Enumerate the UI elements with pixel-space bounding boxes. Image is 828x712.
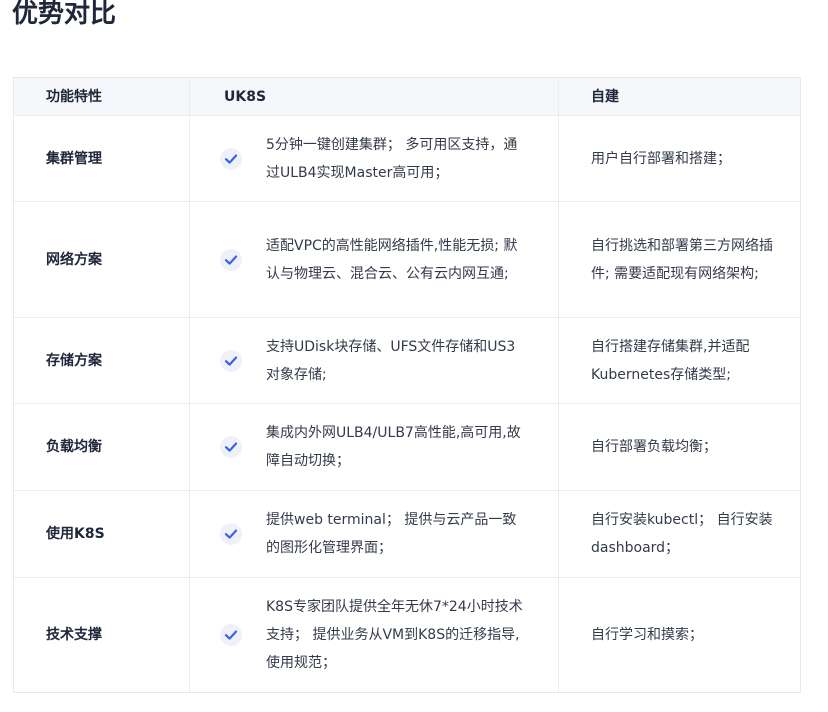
table-row: 使用K8S 提供web terminal； 提供与云产品一致的图形化管理界面； …	[14, 491, 800, 578]
feature-cell: 使用K8S	[14, 491, 190, 577]
self-built-text: 自行部署负载均衡；	[591, 439, 717, 455]
self-built-cell: 自行学习和摸索；	[559, 578, 800, 692]
uk8s-cell: 适配VPC的高性能网络插件,性能无损; 默认与物理云、混合云、公有云内网互通;	[190, 202, 559, 317]
feature-cell: 技术支撑	[14, 578, 190, 692]
table-header: 功能特性 UK8S 自建	[14, 78, 800, 116]
page-title: 优势对比	[12, 0, 117, 29]
self-built-cell: 自行挑选和部署第三方网络插件; 需要适配现有网络架构;	[559, 202, 800, 317]
check-icon	[220, 147, 242, 170]
comparison-table: 功能特性 UK8S 自建 集群管理 5分钟一键创建集群； 多可用区支持，通过UL…	[13, 77, 801, 693]
check-icon	[220, 624, 242, 646]
uk8s-text: 5分钟一键创建集群； 多可用区支持，通过ULB4实现Master高可用；	[266, 136, 518, 181]
self-built-text: 自行挑选和部署第三方网络插件; 需要适配现有网络架构;	[591, 237, 773, 282]
uk8s-cell: K8S专家团队提供全年无休7*24小时技术支持； 提供业务从VM到K8S的迁移指…	[190, 578, 559, 692]
check-icon	[220, 523, 242, 545]
header-feature: 功能特性	[14, 78, 190, 115]
feature-cell: 网络方案	[14, 202, 190, 317]
table-row: 网络方案 适配VPC的高性能网络插件,性能无损; 默认与物理云、混合云、公有云内…	[14, 202, 800, 318]
self-built-text: 自行安装kubectl； 自行安装dashboard；	[591, 512, 773, 556]
check-icon	[220, 349, 242, 372]
uk8s-text: 支持UDisk块存储、UFS文件存储和US3对象存储;	[266, 338, 516, 383]
table-row: 存储方案 支持UDisk块存储、UFS文件存储和US3对象存储; 自行搭建存储集…	[14, 318, 800, 404]
uk8s-cell: 提供web terminal； 提供与云产品一致的图形化管理界面；	[190, 491, 559, 577]
self-built-cell: 自行搭建存储集群,并适配Kubernetes存储类型;	[559, 318, 800, 403]
uk8s-cell: 5分钟一键创建集群； 多可用区支持，通过ULB4实现Master高可用；	[190, 116, 559, 201]
uk8s-cell: 集成内外网ULB4/ULB7高性能,高可用,故障自动切换；	[190, 404, 559, 490]
self-built-cell: 自行部署负载均衡；	[559, 404, 800, 490]
table-row: 技术支撑 K8S专家团队提供全年无休7*24小时技术支持； 提供业务从VM到K8…	[14, 578, 800, 692]
header-uk8s: UK8S	[190, 78, 559, 115]
uk8s-text: 集成内外网ULB4/ULB7高性能,高可用,故障自动切换；	[266, 425, 521, 469]
feature-cell: 集群管理	[14, 116, 190, 201]
self-built-text: 用户自行部署和搭建；	[591, 150, 731, 167]
header-self-built: 自建	[591, 88, 619, 105]
uk8s-text: 适配VPC的高性能网络插件,性能无损; 默认与物理云、混合云、公有云内网互通;	[266, 237, 518, 282]
self-built-cell: 用户自行部署和搭建；	[559, 116, 800, 201]
check-icon	[220, 248, 242, 271]
uk8s-cell: 支持UDisk块存储、UFS文件存储和US3对象存储;	[190, 318, 559, 403]
uk8s-text: 提供web terminal； 提供与云产品一致的图形化管理界面；	[266, 512, 517, 556]
self-built-text: 自行搭建存储集群,并适配Kubernetes存储类型;	[591, 338, 750, 383]
table-row: 集群管理 5分钟一键创建集群； 多可用区支持，通过ULB4实现Master高可用…	[14, 116, 800, 202]
self-built-text: 自行学习和摸索；	[591, 627, 703, 643]
table-row: 负载均衡 集成内外网ULB4/ULB7高性能,高可用,故障自动切换； 自行部署负…	[14, 404, 800, 491]
uk8s-text: K8S专家团队提供全年无休7*24小时技术支持； 提供业务从VM到K8S的迁移指…	[266, 599, 523, 671]
self-built-cell: 自行安装kubectl； 自行安装dashboard；	[559, 491, 800, 577]
feature-cell: 存储方案	[14, 318, 190, 403]
check-icon	[220, 436, 242, 458]
feature-cell: 负载均衡	[14, 404, 190, 490]
